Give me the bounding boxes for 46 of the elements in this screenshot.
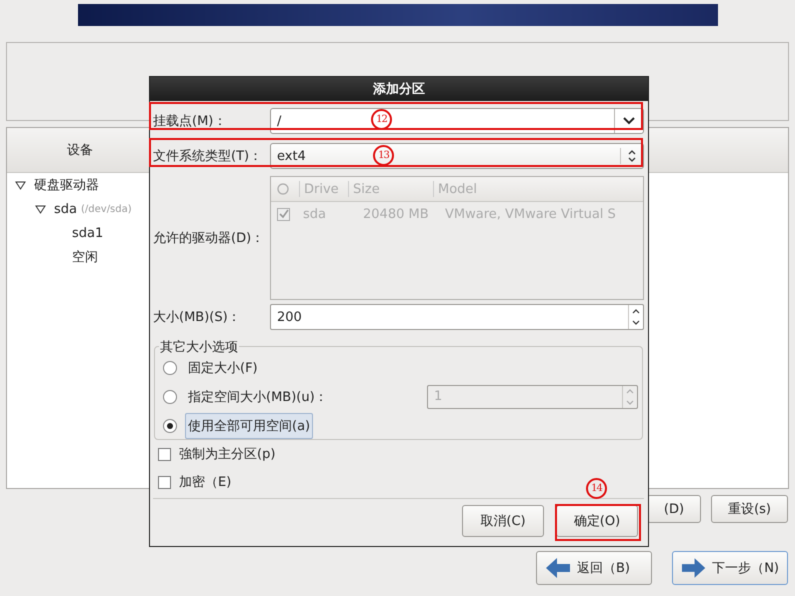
checkbox-label[interactable]: 強制为主分区(p) (179, 445, 276, 463)
tree-item[interactable]: sda1 (72, 226, 104, 240)
step-number: 12 (371, 109, 392, 130)
column-header: Drive (300, 181, 349, 197)
next-button[interactable]: 下一步（N) (672, 551, 788, 585)
checkbox[interactable] (158, 448, 171, 460)
radio-button[interactable] (163, 390, 177, 404)
option-label[interactable]: 指定空间大小(MB)(u)： (185, 384, 331, 410)
checkbox[interactable] (158, 476, 171, 488)
checkbox[interactable] (277, 208, 290, 220)
tree-item[interactable]: 空闲 (72, 248, 98, 266)
field-label: 大小(MB)(S)： (153, 309, 242, 326)
tree-item[interactable]: sda (54, 202, 77, 216)
column-header: Size (349, 181, 434, 197)
step-number: 13 (373, 145, 394, 166)
chevron-down-icon (622, 116, 636, 126)
option-label[interactable]: 固定大小(F) (185, 354, 261, 380)
size-spinbox[interactable]: 200 (270, 304, 644, 330)
checkbox-label[interactable]: 加密（E) (179, 473, 232, 491)
dialog-title: 添加分区 (373, 81, 425, 98)
ok-button[interactable]: 确定(O) (556, 505, 638, 537)
device-path: (/dev/sda) (81, 204, 132, 214)
column-header-label: 设备 (67, 142, 93, 159)
field-label: 允许的驱动器(D)： (153, 230, 266, 247)
radio-button[interactable] (163, 360, 177, 374)
action-button[interactable]: 重设(s) (711, 495, 788, 523)
column-header: Model (437, 181, 478, 197)
table-cell-text: VMware, VMware Virtual S (444, 206, 617, 222)
right-arrow-icon (681, 557, 706, 579)
radio-button[interactable] (163, 418, 177, 432)
left-arrow-icon (545, 557, 571, 579)
up-down-icon (627, 148, 637, 163)
group-title: 其它大小选项 (159, 338, 239, 356)
circle-icon (277, 183, 289, 195)
expander-icon[interactable] (35, 204, 46, 214)
field-label: 文件系统类型(T)： (153, 148, 264, 165)
table-cell-text: 20480 MB (362, 206, 430, 222)
option-label[interactable]: 使用全部可用空间(a) (185, 412, 314, 438)
expander-icon[interactable] (15, 180, 26, 190)
field-label: 挂载点(M)： (153, 113, 228, 130)
table-cell-text: sda (302, 206, 327, 222)
action-button[interactable]: (D) (646, 495, 702, 523)
back-button[interactable]: 返回（B) (536, 551, 652, 585)
cancel-button[interactable]: 取消(C) (462, 505, 544, 537)
tree-item[interactable]: 硬盘驱动器 (34, 176, 99, 194)
step-number: 14 (586, 478, 607, 499)
